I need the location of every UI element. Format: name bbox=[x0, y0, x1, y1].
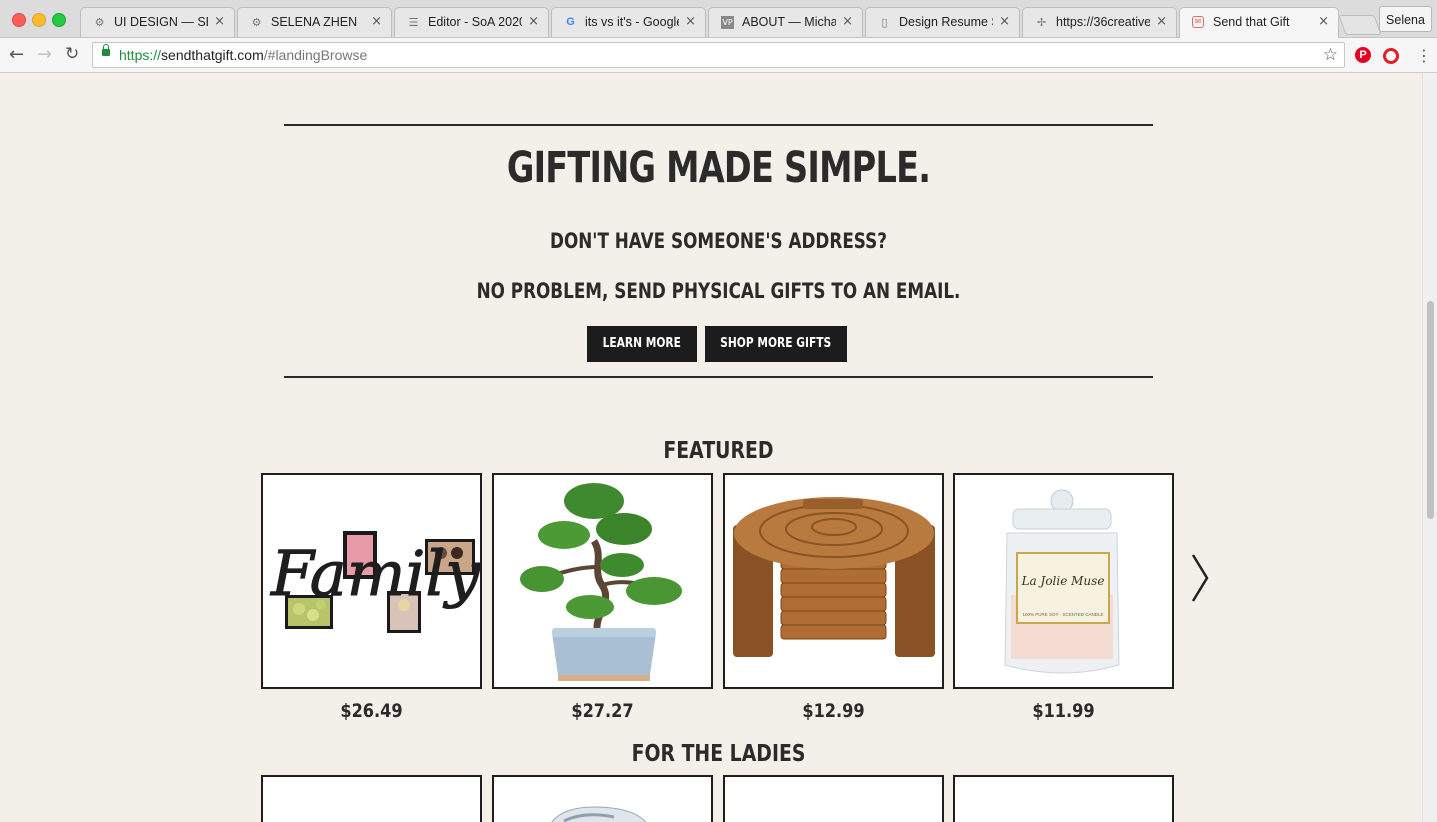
minimize-window-button[interactable] bbox=[32, 13, 46, 27]
browser-tab[interactable]: ▯ Design Resume Su × bbox=[865, 7, 1020, 37]
tab-title: SELENA ZHEN bbox=[271, 15, 358, 29]
learn-more-button[interactable]: LEARN MORE bbox=[587, 326, 697, 362]
divider-top bbox=[284, 124, 1153, 126]
browser-tab[interactable]: ✢ https://36creative × bbox=[1022, 7, 1177, 37]
url-text: https://sendthatgift.com/#landingBrowse bbox=[119, 47, 368, 63]
tab-title: ABOUT — Michael bbox=[742, 15, 836, 29]
close-tab-icon[interactable]: × bbox=[1318, 14, 1329, 29]
candle-label-small: 100% PURE SOY · SCENTED CANDLE bbox=[1023, 612, 1104, 617]
hero-headline: GIFTING MADE SIMPLE. bbox=[506, 143, 931, 193]
squarespace-icon: ⚙ bbox=[94, 16, 105, 29]
tab-title: UI DESIGN — SELENA ZHEN bbox=[114, 15, 208, 29]
family-frame-image: Family bbox=[270, 531, 480, 633]
product-image bbox=[551, 806, 647, 822]
browser-tab[interactable]: G its vs it's - Google Search × bbox=[551, 7, 706, 37]
product-card[interactable] bbox=[723, 775, 944, 822]
learn-more-label: LEARN MORE bbox=[602, 336, 682, 351]
tab-title: its vs it's - Google Search bbox=[585, 15, 679, 29]
close-window-button[interactable] bbox=[12, 13, 26, 27]
product-card-coasters[interactable] bbox=[723, 473, 944, 689]
product-price: $26.49 bbox=[340, 700, 403, 722]
browser-tab-active[interactable]: ✉ Send that Gift × bbox=[1179, 7, 1339, 38]
page-scrollbar[interactable] bbox=[1422, 73, 1437, 822]
vp-icon: VP bbox=[721, 16, 734, 29]
shop-more-label: SHOP MORE GIFTS bbox=[720, 336, 832, 351]
close-tab-icon[interactable]: × bbox=[214, 14, 225, 29]
forward-arrow-icon[interactable]: → bbox=[37, 44, 52, 65]
browser-tab[interactable]: ⚙ SELENA ZHEN × bbox=[237, 7, 392, 37]
browser-tab[interactable]: ☰ Editor - SoA 2020 × bbox=[394, 7, 549, 37]
google-icon: G bbox=[566, 16, 575, 28]
close-tab-icon[interactable]: × bbox=[528, 14, 539, 29]
product-card-family-frame[interactable]: Family bbox=[261, 473, 482, 689]
close-tab-icon[interactable]: × bbox=[842, 14, 853, 29]
menu-dots-icon[interactable]: ⋮ bbox=[1416, 46, 1432, 65]
hero-line-1: DON'T HAVE SOMEONE'S ADDRESS? bbox=[550, 229, 887, 253]
product-price: $12.99 bbox=[802, 700, 865, 722]
family-frame-script: Family bbox=[270, 537, 480, 610]
shop-more-gifts-button[interactable]: SHOP MORE GIFTS bbox=[705, 326, 847, 362]
tab-title: Editor - SoA 2020 bbox=[428, 15, 522, 29]
reload-icon[interactable]: ↻ bbox=[65, 44, 79, 64]
browser-toolbar: ← → ↻ https://sendthatgift.com/#landingB… bbox=[0, 38, 1437, 73]
featured-heading: FEATURED bbox=[663, 438, 774, 464]
back-arrow-icon[interactable]: ← bbox=[9, 44, 24, 65]
browser-tab[interactable]: VP ABOUT — Michael × bbox=[708, 7, 863, 37]
document-icon: ▯ bbox=[881, 16, 888, 29]
browser-tab[interactable]: ⚙ UI DESIGN — SELENA ZHEN × bbox=[80, 7, 235, 37]
opera-icon[interactable] bbox=[1383, 48, 1399, 64]
divider-bottom bbox=[284, 376, 1153, 378]
candle-label-text: La Jolie Muse bbox=[1021, 574, 1105, 588]
page-viewport: GIFTING MADE SIMPLE. DON'T HAVE SOMEONE'… bbox=[0, 73, 1422, 822]
squarespace-icon: ⚙ bbox=[251, 16, 262, 29]
close-tab-icon[interactable]: × bbox=[371, 14, 382, 29]
bookmark-star-icon[interactable]: ☆ bbox=[1323, 45, 1338, 65]
link-icon: ✢ bbox=[1036, 16, 1047, 29]
bonsai-image bbox=[520, 483, 682, 681]
product-price: $11.99 bbox=[1032, 700, 1095, 722]
product-price: $27.27 bbox=[571, 700, 634, 722]
product-card[interactable] bbox=[492, 775, 713, 822]
close-tab-icon[interactable]: × bbox=[999, 14, 1010, 29]
zoom-window-button[interactable] bbox=[52, 13, 66, 27]
product-card[interactable] bbox=[261, 775, 482, 822]
carousel-next-chevron-icon[interactable] bbox=[1188, 553, 1212, 603]
tab-title: https://36creative bbox=[1056, 15, 1150, 29]
profile-button[interactable]: Selena bbox=[1379, 6, 1432, 32]
product-card-bonsai[interactable] bbox=[492, 473, 713, 689]
product-card[interactable] bbox=[953, 775, 1174, 822]
address-bar[interactable]: https://sendthatgift.com/#landingBrowse … bbox=[92, 42, 1345, 68]
scrollbar-thumb[interactable] bbox=[1427, 301, 1434, 519]
product-card-candle[interactable]: La Jolie Muse 100% PURE SOY · SCENTED CA… bbox=[953, 473, 1174, 689]
editor-icon: ☰ bbox=[408, 16, 419, 29]
tab-title: Design Resume Su bbox=[899, 15, 993, 29]
gift-icon: ✉ bbox=[1192, 16, 1204, 28]
close-tab-icon[interactable]: × bbox=[685, 14, 696, 29]
hero-line-2: NO PROBLEM, SEND PHYSICAL GIFTS TO AN EM… bbox=[476, 279, 961, 303]
browser-tab-strip: ⚙ UI DESIGN — SELENA ZHEN × ⚙ SELENA ZHE… bbox=[0, 0, 1437, 38]
coaster-set-image bbox=[733, 497, 935, 657]
for-the-ladies-heading: FOR THE LADIES bbox=[631, 741, 806, 767]
candle-jar-image: La Jolie Muse 100% PURE SOY · SCENTED CA… bbox=[1004, 489, 1120, 674]
tab-title: Send that Gift bbox=[1213, 15, 1290, 29]
pinterest-icon[interactable]: P bbox=[1355, 47, 1371, 63]
close-tab-icon[interactable]: × bbox=[1156, 14, 1167, 29]
new-tab-button[interactable] bbox=[1338, 15, 1382, 35]
lock-icon bbox=[102, 44, 110, 56]
